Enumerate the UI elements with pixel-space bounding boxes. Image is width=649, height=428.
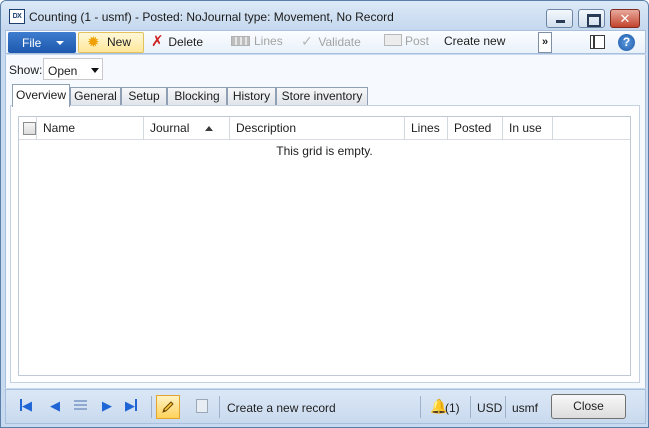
edit-mode-button[interactable] bbox=[156, 395, 180, 419]
tab-general[interactable]: General bbox=[70, 87, 121, 106]
help-icon[interactable]: ? bbox=[618, 34, 635, 51]
validate-button[interactable]: ✓ Validate bbox=[301, 32, 361, 53]
currency-indicator[interactable]: USD bbox=[477, 401, 502, 415]
select-all-checkbox[interactable] bbox=[23, 122, 36, 135]
app-window: DX Counting (1 - usmf) - Posted: NoJourn… bbox=[0, 0, 649, 428]
minimize-button[interactable] bbox=[546, 9, 573, 28]
post-button-label: Post bbox=[405, 34, 430, 48]
column-header-posted[interactable]: Posted bbox=[448, 117, 503, 140]
delete-x-icon: ✗ bbox=[151, 33, 164, 50]
tab-setup[interactable]: Setup bbox=[121, 87, 167, 106]
form-content: Show: Open Overview General Setup Blocki… bbox=[5, 55, 646, 388]
status-separator bbox=[219, 396, 220, 418]
status-separator bbox=[151, 396, 152, 418]
close-icon: ✕ bbox=[619, 11, 631, 26]
app-icon: DX bbox=[9, 9, 25, 24]
tab-store-inventory[interactable]: Store inventory bbox=[276, 87, 368, 106]
dropdown-arrow-icon bbox=[91, 68, 99, 73]
validate-button-label: Validate bbox=[318, 35, 361, 49]
action-pane: File ✹ New ✗ Delete Lines ✓ Validate Pos… bbox=[5, 30, 646, 54]
select-all-column bbox=[19, 117, 37, 140]
tab-blocking[interactable]: Blocking bbox=[167, 87, 227, 106]
lines-icon bbox=[231, 36, 250, 46]
checkmark-icon: ✓ bbox=[301, 33, 313, 49]
tab-history[interactable]: History bbox=[227, 87, 276, 106]
overview-tab-page: Name Journal Description Lines Posted In… bbox=[10, 105, 640, 383]
file-menu-button[interactable]: File bbox=[8, 32, 76, 53]
sort-ascending-icon bbox=[205, 126, 213, 131]
first-record-icon[interactable]: ◀ bbox=[20, 399, 32, 413]
grid-empty-message: This grid is empty. bbox=[276, 144, 373, 158]
new-star-icon: ✹ bbox=[87, 34, 100, 51]
grid-header: Name Journal Description Lines Posted In… bbox=[19, 117, 630, 140]
company-indicator[interactable]: usmf bbox=[512, 401, 538, 415]
journal-grid[interactable]: Name Journal Description Lines Posted In… bbox=[18, 116, 631, 376]
new-button-label: New bbox=[107, 35, 132, 49]
column-header-journal[interactable]: Journal bbox=[144, 117, 230, 140]
delete-button[interactable]: ✗ Delete bbox=[151, 32, 203, 53]
overflow-chevron-icon[interactable]: » bbox=[538, 32, 552, 53]
column-header-name[interactable]: Name bbox=[37, 117, 144, 140]
title-bar[interactable]: DX Counting (1 - usmf) - Posted: NoJourn… bbox=[1, 1, 648, 30]
column-header-description[interactable]: Description bbox=[230, 117, 405, 140]
show-filter-select[interactable]: Open bbox=[43, 58, 103, 80]
previous-record-icon[interactable]: ◀ bbox=[50, 399, 60, 413]
pencil-icon bbox=[162, 401, 174, 413]
column-header-in-use[interactable]: In use bbox=[503, 117, 553, 140]
maximize-icon bbox=[579, 10, 604, 27]
lines-button-label: Lines bbox=[254, 34, 283, 48]
file-menu-label: File bbox=[22, 36, 42, 50]
post-button[interactable]: Post bbox=[384, 32, 429, 53]
new-button[interactable]: ✹ New bbox=[78, 32, 144, 53]
next-record-icon[interactable]: ▶ bbox=[102, 399, 112, 413]
maximize-button[interactable] bbox=[578, 9, 605, 28]
panel-toggle-icon[interactable] bbox=[590, 35, 605, 49]
show-filter-value: Open bbox=[48, 64, 78, 78]
last-record-icon[interactable]: ▶ bbox=[125, 399, 137, 413]
delete-button-label: Delete bbox=[168, 35, 204, 49]
status-separator bbox=[470, 396, 471, 418]
status-bar: ◀ ◀ ▶ ▶ Create a new record 🔔 (1) USD us… bbox=[5, 389, 646, 424]
post-icon bbox=[384, 34, 402, 46]
minimize-icon bbox=[547, 10, 572, 27]
status-separator bbox=[505, 396, 506, 418]
attachment-icon[interactable] bbox=[196, 399, 208, 413]
bell-icon[interactable]: 🔔 bbox=[430, 399, 447, 413]
window-title: Counting (1 - usmf) - Posted: NoJournal … bbox=[29, 10, 394, 24]
column-header-lines[interactable]: Lines bbox=[405, 117, 448, 140]
window-close-button[interactable]: ✕ bbox=[610, 9, 640, 28]
chevron-down-icon bbox=[56, 41, 64, 45]
show-filter-label: Show: bbox=[9, 63, 43, 77]
close-button[interactable]: Close bbox=[551, 394, 626, 419]
status-separator bbox=[420, 396, 421, 418]
tab-overview[interactable]: Overview bbox=[12, 84, 70, 107]
record-list-icon[interactable] bbox=[74, 400, 87, 412]
create-new-button[interactable]: Create new bbox=[444, 32, 505, 53]
status-message: Create a new record bbox=[227, 401, 336, 415]
notification-count[interactable]: (1) bbox=[445, 401, 460, 415]
lines-button[interactable]: Lines bbox=[231, 32, 283, 53]
